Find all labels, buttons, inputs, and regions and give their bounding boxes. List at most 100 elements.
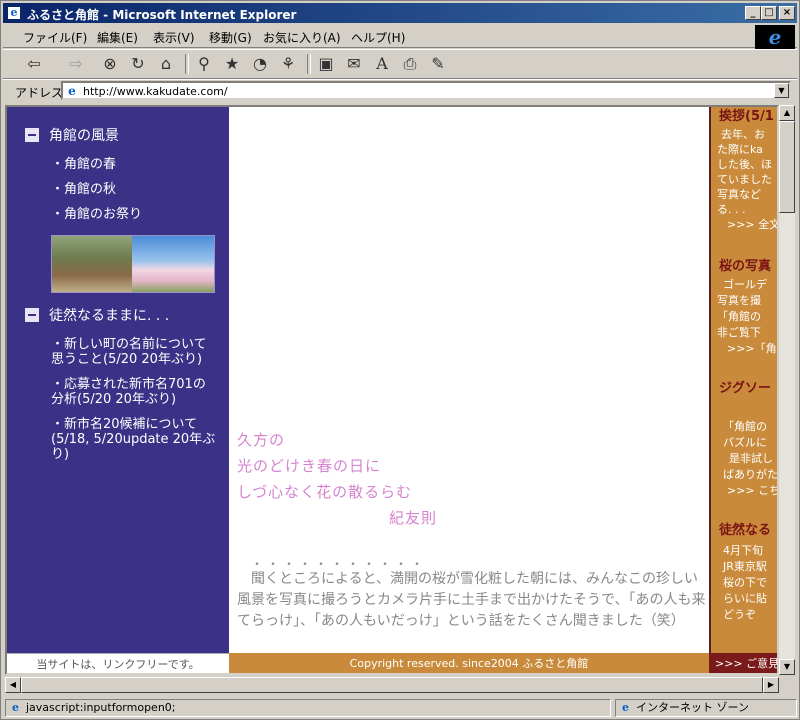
section-heading-label: 角館の風景 [49,128,119,144]
sidebar-item-autumn[interactable]: ・角館の秋 [51,182,116,197]
scroll-up-icon[interactable]: ▲ [779,105,795,121]
scroll-thumb[interactable] [779,121,795,213]
poem-author: 紀友則 [389,509,438,527]
sakura-link[interactable]: >>>「角 [727,341,777,356]
font-icon[interactable]: A [371,53,393,75]
right-text-line: 写真など [717,188,761,201]
scroll-right-icon[interactable]: ▶ [763,677,779,693]
address-url[interactable]: http://www.kakudate.com/ [83,85,228,98]
sidebar-item-name-candidates[interactable]: ・新市名20候補について (5/18, 5/20update 20年ぶ り) [51,417,215,462]
right-text-line: 4月下旬 [723,544,763,557]
favorites-icon[interactable]: ★ [221,53,243,75]
right-text-line: JR東京駅 [723,560,767,573]
zone-cell: e インターネット ゾーン [615,699,797,717]
right-text-line: 非ご覧下 [717,326,761,339]
scroll-thumb-horizontal[interactable] [21,677,763,693]
photo-village [52,236,132,292]
sidebar-item-name-analysis[interactable]: ・応募された新市名701の 分析(5/20 20年ぶり) [51,377,206,407]
close-icon[interactable]: × [779,6,795,20]
menu-view[interactable]: 表示(V) [153,29,195,46]
menu-favorites[interactable]: お気に入り(A) [263,29,341,46]
edit-icon[interactable]: ✎ [427,53,449,75]
toolbar-separator [185,54,189,74]
ie-page-icon: e [7,6,21,20]
sidebar-item-new-town-name[interactable]: ・新しい町の名前について 思うこと(5/20 20年ぶり) [51,337,207,367]
feedback-link[interactable]: >>> ご意見 [709,653,777,673]
story-text: 聞くところによると、満開の桜が雪化粧した朝には、みんなこの珍しい風景を写真に撮ろ… [237,571,706,629]
menu-go[interactable]: 移動(G) [209,29,252,46]
photo-cherry-blossoms [132,236,214,292]
status-text-cell: e javascript:inputformopen0; [5,699,611,717]
collapse-icon[interactable] [25,308,39,322]
sidebar-item-spring[interactable]: ・角館の春 [51,157,116,172]
right-text-line: ばありがた [723,468,778,481]
minimize-icon[interactable]: _ [745,6,761,20]
home-icon[interactable]: ⌂ [155,53,177,75]
right-text-line: 桜の下で [723,576,767,589]
print-icon[interactable]: ⎙ [399,53,421,75]
forward-icon[interactable]: ⇨ [65,53,87,75]
menu-edit[interactable]: 編集(E) [97,29,138,46]
zone-text: インターネット ゾーン [636,701,749,714]
right-text-line: 「角館の [723,420,767,433]
right-heading-essays: 徒然なる [719,523,772,538]
jigsaw-link[interactable]: >>> こち [727,483,777,498]
menu-help[interactable]: ヘルプ(H) [351,29,405,46]
menu-bar: ファイル(F) 編集(E) 表示(V) 移動(G) お気に入り(A) ヘルプ(H… [3,25,797,48]
poem-line-2: 光のどけき春の日に [237,457,382,475]
window-title: ふるさと角館 - Microsoft Internet Explorer [27,8,297,22]
fullscreen-icon[interactable]: ▣ [315,53,337,75]
page-viewport: 角館の風景 ・角館の春 ・角館の秋 ・角館のお祭り 徒然なるままに. . . ・… [5,105,779,675]
search-icon[interactable]: ⚲ [193,53,215,75]
right-text-line: 去年、お [721,128,765,141]
right-heading-sakura: 桜の写真 [719,259,772,274]
right-text-line: どうぞ [723,608,756,621]
right-heading-greeting: 挨拶(5/1 [719,109,774,124]
scroll-down-icon[interactable]: ▼ [779,659,795,675]
chevron-down-icon[interactable]: ▼ [774,83,789,98]
right-text-line: した後、ほ [717,158,772,171]
poem-line-3: しづ心なく花の散るらむ [237,483,413,501]
right-text-line: 写真を撮 [717,294,761,307]
address-label: アドレス [15,86,64,100]
right-text-line: 是非試し [729,452,773,465]
status-bar: e javascript:inputformopen0; e インターネット ゾ… [3,697,799,719]
toolbar-separator [307,54,311,74]
menu-file[interactable]: ファイル(F) [23,29,87,46]
channels-icon[interactable]: ⚘ [277,53,299,75]
horizontal-scrollbar[interactable]: ◀ ▶ [5,677,779,693]
right-text-line: ゴールデ [723,278,767,291]
title-bar: e ふるさと角館 - Microsoft Internet Explorer _… [3,3,797,23]
maximize-icon[interactable]: □ [761,6,777,20]
main-content: 久方の 光のどけき春の日に しづ心なく花の散るらむ 紀友則 ・・・・・・・・・・… [229,107,709,653]
address-bar: アドレス e http://www.kakudate.com/ ▼ [3,79,797,102]
section-heading-label: 徒然なるままに. . . [49,308,170,324]
mail-icon[interactable]: ✉ [343,53,365,75]
section-heading-scenery[interactable]: 角館の風景 [25,125,119,145]
history-icon[interactable]: ◔ [249,53,271,75]
browser-window: e ふるさと角館 - Microsoft Internet Explorer _… [0,0,800,720]
read-more-link[interactable]: >>> 全文 [727,217,777,232]
scroll-left-icon[interactable]: ◀ [5,677,21,693]
right-text-line: パズルに [723,436,767,449]
link-free-notice: 当サイトは、リンクフリーです。 [7,653,229,673]
right-text-line: た際にka [717,143,763,156]
refresh-icon[interactable]: ↻ [127,53,149,75]
section-heading-essays[interactable]: 徒然なるままに. . . [25,305,169,325]
right-text-line: らいに貼 [723,592,767,605]
right-text-line: 「角館の [717,310,761,323]
status-text: javascript:inputformopen0; [26,701,176,714]
ie-logo-icon: e [755,25,795,49]
collapse-icon[interactable] [25,128,39,142]
vertical-scrollbar[interactable]: ▲ ▼ [779,105,795,675]
stop-icon[interactable]: ⊗ [99,53,121,75]
back-icon[interactable]: ⇦ [23,53,45,75]
address-input[interactable]: e http://www.kakudate.com/ ▼ [61,81,791,100]
scenery-photo[interactable] [51,235,215,293]
right-sidebar: 挨拶(5/1 去年、お た際にka した後、ほ ていました 写真など る. . … [709,107,778,653]
sidebar-item-festival[interactable]: ・角館のお祭り [51,207,142,222]
toolbar: ⇦ ⇨ ⊗ ↻ ⌂ ⚲ ★ ◔ ⚘ ▣ ✉ A ⎙ ✎ [3,49,797,79]
right-text-line: る. . . [717,203,746,216]
right-text-line: ていました [717,173,772,186]
right-heading-jigsaw: ジグソー [719,381,772,396]
